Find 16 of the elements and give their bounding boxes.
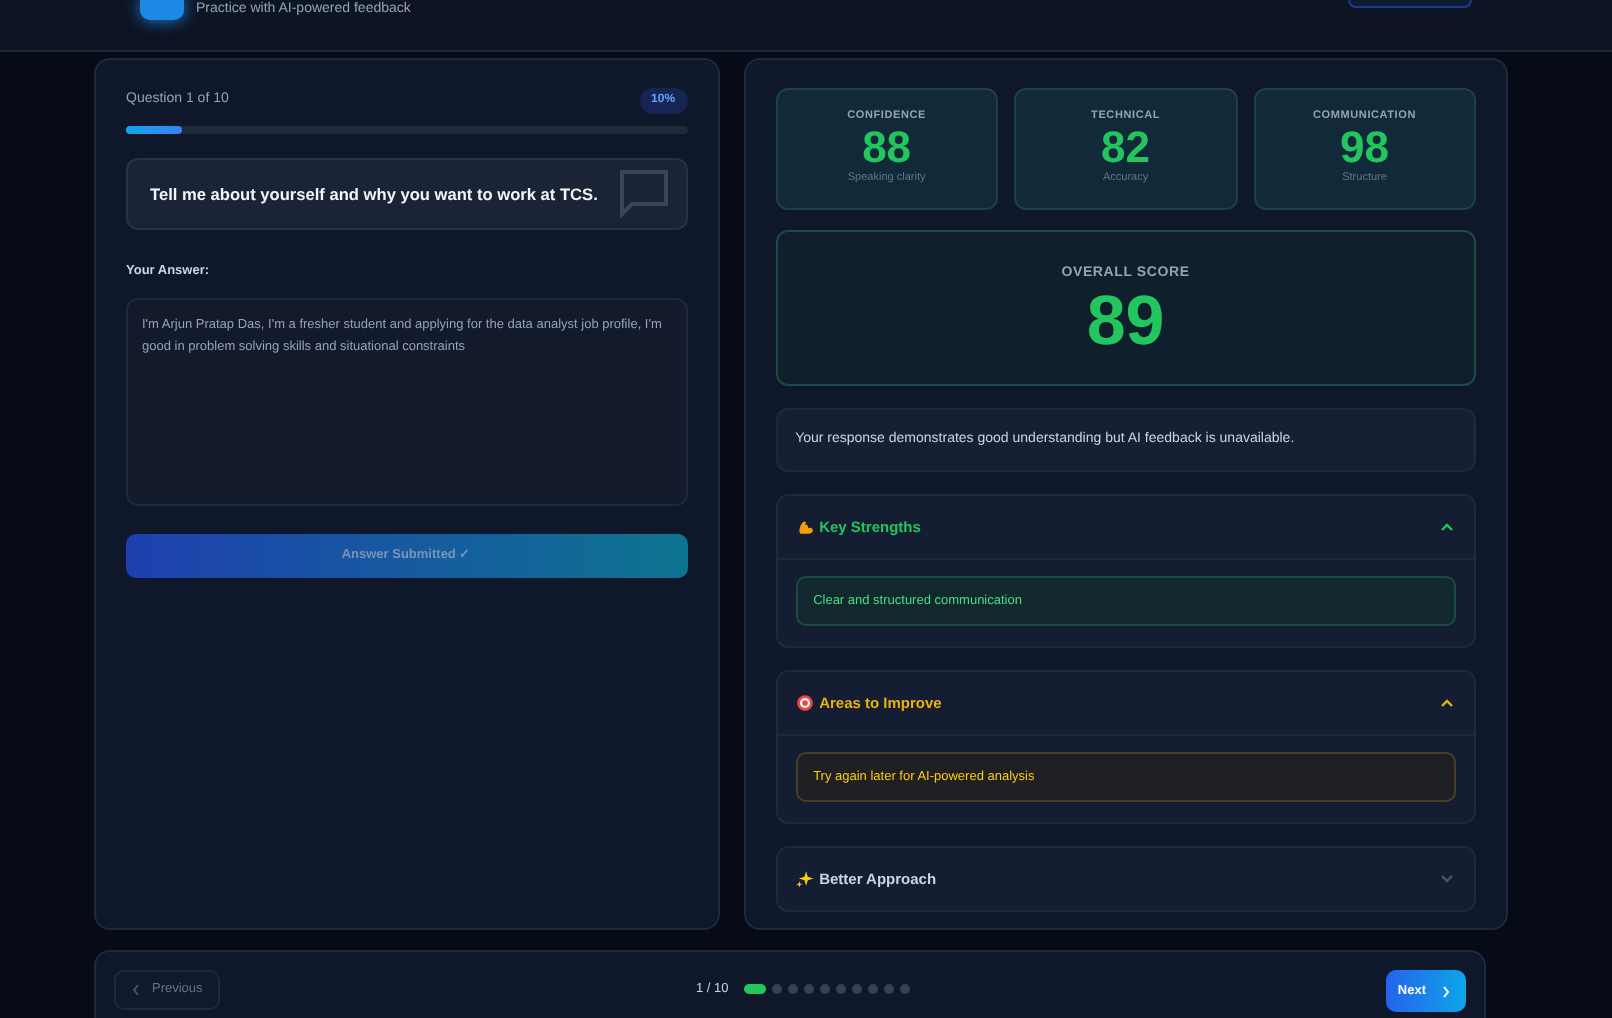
chevron-left-icon	[132, 984, 140, 996]
header-button[interactable]	[1348, 0, 1472, 8]
question-text: Tell me about yourself and why you want to work at TCS.	[150, 181, 598, 207]
overall-score-value: 89	[1084, 285, 1167, 355]
chevron-right-icon	[1442, 985, 1450, 997]
chevron-up-icon	[1440, 698, 1454, 708]
target-icon	[795, 694, 814, 712]
score-value: 82	[1099, 124, 1153, 171]
chat-bubble-icon	[617, 168, 670, 220]
arm-icon	[795, 518, 814, 536]
chevron-down-icon	[1440, 874, 1454, 884]
score-value: 88	[862, 124, 912, 171]
sparkle-icon	[795, 870, 814, 888]
logo-icon	[140, 0, 184, 20]
score-value: 98	[1338, 124, 1392, 171]
chevron-up-icon	[1440, 522, 1454, 532]
